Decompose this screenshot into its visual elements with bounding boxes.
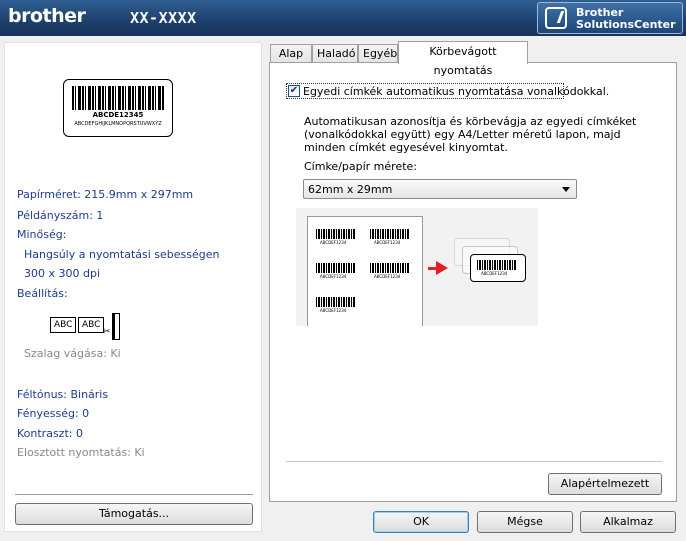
support-button[interactable]: Támogatás... <box>15 503 253 525</box>
defaults-button[interactable]: Alapértelmezett <box>548 473 662 495</box>
tape-end-icon <box>112 313 120 340</box>
auto-trim-checkbox[interactable]: ✔ <box>288 85 300 97</box>
tab-trim-printing[interactable]: Körbevágott nyomtatás <box>398 41 528 77</box>
cut-setting-icon: ABC ABC ✂ <box>50 313 130 341</box>
distributed-printing-info: Elosztott nyomtatás: Ki <box>17 446 145 459</box>
label-size-value: 62mm x 29mm <box>308 183 393 196</box>
a4-sheet-illustration: ABCDEF1234 ABCDEF1234 ABCDEF1234 ABCDEF1… <box>307 216 423 326</box>
tab-advanced[interactable]: Haladó <box>312 44 358 63</box>
cut-label-1: ABC <box>50 317 77 333</box>
contrast-info: Kontraszt: 0 <box>17 427 83 440</box>
brightness-info: Fényesség: 0 <box>17 407 90 420</box>
label-preview: ABCDE12345 ABCDEFGHIJKLMNOPQRSTUVWXYZ <box>63 79 173 137</box>
mini-barcode: ABCDEF1234 <box>316 229 356 245</box>
quality-heading: Minőség: <box>17 228 67 241</box>
apply-button[interactable]: Alkalmaz <box>580 511 676 533</box>
resolution-info: 300 x 300 dpi <box>24 267 101 280</box>
copies-info: Példányszám: 1 <box>17 209 104 222</box>
auto-trim-checkbox-label[interactable]: Egyedi címkék automatikus nyomtatása von… <box>303 85 609 98</box>
brother-logo: brother <box>8 5 86 27</box>
chevron-down-icon <box>562 187 570 192</box>
barcode-graphic <box>72 86 164 110</box>
cancel-button[interactable]: Mégse <box>477 511 573 533</box>
ok-button[interactable]: OK <box>373 511 469 533</box>
trim-illustration: ABCDEF1234 ABCDEF1234 ABCDEF1234 ABCDEF1… <box>296 208 538 326</box>
paper-size-info: Papírméret: 215.9mm x 297mm <box>17 188 194 201</box>
mini-barcode: ABCDEF1234 <box>316 263 356 279</box>
solutions-center-label-2: SolutionsCenter <box>576 18 676 31</box>
divider <box>286 461 662 462</box>
mini-barcode: ABCDEF1234 <box>370 263 410 279</box>
solutions-center-icon <box>545 7 567 29</box>
label-size-select[interactable]: 62mm x 29mm <box>303 179 577 199</box>
arrow-right-head <box>436 261 448 275</box>
label-preview-code: ABCDE12345 <box>92 111 144 119</box>
app-header: brother XX-XXXX Brother SolutionsCenter <box>0 0 686 36</box>
tab-basic[interactable]: Alap <box>270 44 312 63</box>
label-preview-alphabet: ABCDEFGHIJKLMNOPQRSTUVWXYZ <box>74 121 162 127</box>
cut-label-2: ABC <box>78 317 105 333</box>
model-name: XX-XXXX <box>130 9 197 27</box>
mini-barcode: ABCDEF1234 <box>477 260 517 276</box>
scissors-icon: ✂ <box>103 327 111 337</box>
trim-description: Automatikusan azonosítja és körbevágja a… <box>304 115 637 154</box>
tape-cut-info: Szalag vágása: Ki <box>24 347 121 360</box>
tab-other[interactable]: Egyéb <box>358 44 398 63</box>
divider <box>15 494 253 495</box>
label-stack-front: ABCDEF1234 <box>470 254 526 282</box>
mini-barcode: ABCDEF1234 <box>316 297 356 313</box>
solutions-center-button[interactable]: Brother SolutionsCenter <box>537 2 683 34</box>
quality-value: Hangsúly a nyomtatási sebességen <box>24 248 220 261</box>
trim-printing-panel: ✔ Egyedi címkék automatikus nyomtatása v… <box>269 62 677 502</box>
settings-heading: Beállítás: <box>17 287 68 300</box>
settings-preview-panel: ABCDE12345 ABCDEFGHIJKLMNOPQRSTUVWXYZ Pa… <box>4 42 262 532</box>
halftone-info: Féltónus: Bináris <box>17 388 109 401</box>
auto-trim-checkbox-row[interactable]: ✔ Egyedi címkék automatikus nyomtatása v… <box>286 83 609 99</box>
mini-barcode: ABCDEF1234 <box>370 229 410 245</box>
label-size-heading: Címke/papír mérete: <box>304 160 418 173</box>
